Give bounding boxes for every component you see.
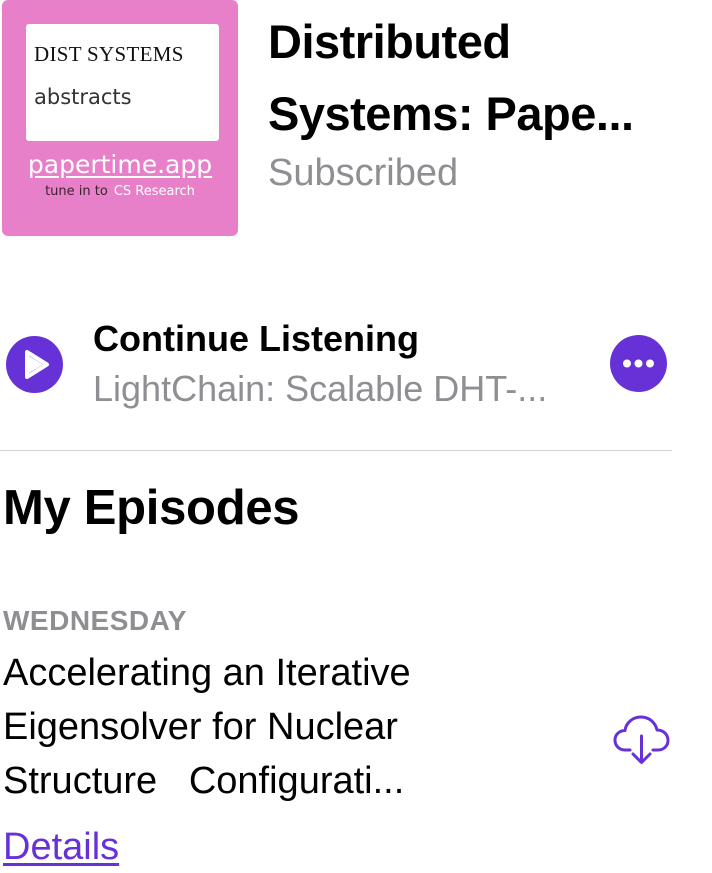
- play-button[interactable]: [6, 336, 63, 393]
- episode-title-line-1: Accelerating an Iterative: [3, 652, 411, 694]
- podcast-page: DIST SYSTEMS abstracts papertime.app tun…: [0, 0, 712, 873]
- artwork-url: papertime.app: [27, 150, 213, 179]
- artwork-tagline: tune in to CS Research: [2, 184, 238, 199]
- episode-title-line-2: Eigensolver for Nuclear: [3, 706, 398, 748]
- episode-title-line-3: Structure Configurati...: [3, 760, 405, 802]
- continue-listening-heading[interactable]: Continue Listening: [93, 318, 419, 360]
- episode-title[interactable]: Accelerating an Iterative Eigensolver fo…: [3, 646, 563, 808]
- section-divider: [0, 450, 672, 451]
- download-button[interactable]: [612, 712, 672, 768]
- play-icon: [25, 350, 49, 379]
- ellipsis-icon: [623, 359, 654, 368]
- podcast-artwork[interactable]: DIST SYSTEMS abstracts papertime.app tun…: [2, 0, 238, 236]
- artwork-card: DIST SYSTEMS abstracts: [26, 24, 219, 141]
- artwork-card-subtitle: abstracts: [34, 85, 132, 109]
- cloud-download-icon: [613, 715, 670, 764]
- continue-listening-episode[interactable]: LightChain: Scalable DHT-...: [93, 368, 547, 410]
- subscription-status: Subscribed: [268, 152, 459, 194]
- podcast-title-line-2: Systems: Pape...: [268, 87, 634, 140]
- artwork-tagline-topic: CS Research: [113, 184, 195, 199]
- podcast-title: Distributed Systems: Pape...: [268, 6, 708, 150]
- artwork-tagline-prefix: tune in to: [45, 184, 108, 199]
- artwork-card-title: DIST SYSTEMS: [34, 42, 184, 66]
- more-options-button[interactable]: [610, 335, 667, 392]
- episode-day: WEDNESDAY: [3, 605, 187, 636]
- podcast-title-line-1: Distributed: [268, 15, 511, 68]
- my-episodes-heading: My Episodes: [3, 481, 300, 535]
- details-link[interactable]: Details: [3, 826, 119, 869]
